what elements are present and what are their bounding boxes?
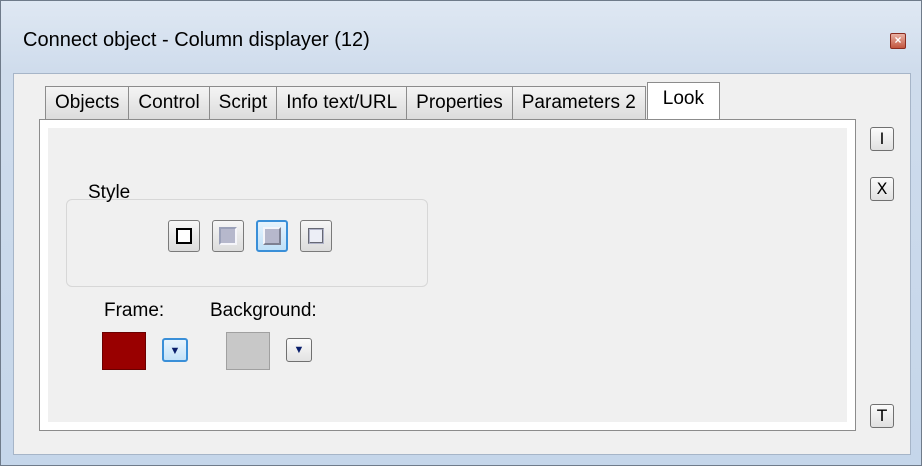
delete-button[interactable]: X [870,177,894,201]
insert-button[interactable]: I [870,127,894,151]
frame-label: Frame: [104,300,165,321]
text-button[interactable]: T [870,404,894,428]
tab-info-text-url[interactable]: Info text/URL [276,86,408,119]
title-bar[interactable]: Connect object - Column displayer (12) × [1,1,921,71]
etched-frame-icon [308,228,324,244]
background-color-swatch[interactable] [226,332,270,370]
style-option-sunken[interactable] [212,220,244,252]
background-color-dropdown[interactable]: ▼ [286,338,312,362]
tab-script[interactable]: Script [208,86,278,119]
dialog-client-area: Objects Control Script Info text/URL Pro… [13,73,911,455]
background-label: Background: [210,300,317,321]
style-group-label: Style [88,182,131,203]
style-group-box [66,199,428,287]
frame-color-dropdown[interactable]: ▼ [162,338,188,362]
close-icon[interactable]: × [890,33,906,49]
tab-parameters-2[interactable]: Parameters 2 [511,86,646,119]
raised-frame-icon [263,227,281,245]
sunken-frame-icon [219,227,237,245]
tab-look[interactable]: Look [646,82,720,119]
tab-control[interactable]: Control [128,86,210,119]
style-option-raised[interactable] [256,220,288,252]
flat-frame-icon [176,228,192,244]
chevron-down-icon: ▼ [169,345,181,357]
tab-properties[interactable]: Properties [406,86,513,119]
chevron-down-icon: ▼ [293,344,305,356]
style-option-flat[interactable] [168,220,200,252]
connect-object-dialog: Connect object - Column displayer (12) ×… [0,0,922,466]
style-option-etched[interactable] [300,220,332,252]
frame-color-swatch[interactable] [102,332,146,370]
tab-strip: Objects Control Script Info text/URL Pro… [45,82,720,119]
tab-objects[interactable]: Objects [45,86,130,119]
window-title: Connect object - Column displayer (12) [23,29,370,51]
